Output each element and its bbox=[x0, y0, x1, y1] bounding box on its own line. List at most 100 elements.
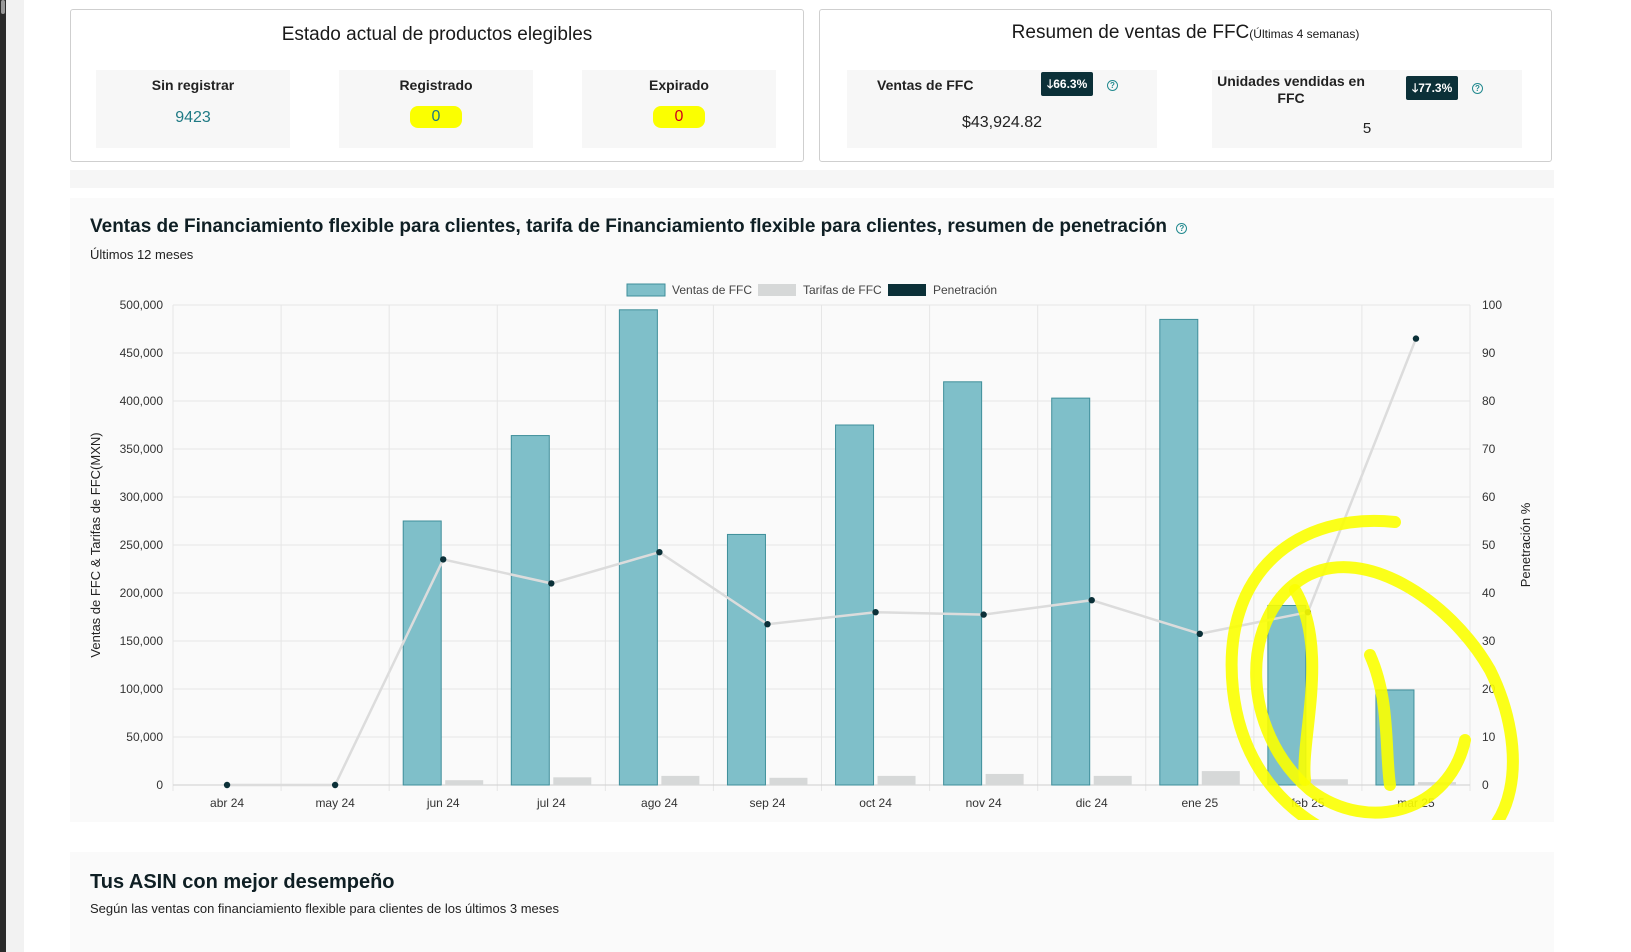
ffc-sales-badge-text: 66.3% bbox=[1053, 77, 1088, 91]
y2-tick-label: 100 bbox=[1482, 298, 1502, 312]
legend-swatch bbox=[626, 283, 666, 297]
eligible-products-title: Estado actual de productos elegibles bbox=[281, 24, 593, 45]
bar-ventas-ffc bbox=[510, 435, 550, 786]
y-tick-label: 300,000 bbox=[120, 490, 164, 504]
eligible-products-card: Estado actual de productos elegibles Sin… bbox=[70, 9, 804, 162]
chart-section-title-text: Ventas de Financiamiento flexible para c… bbox=[90, 216, 1168, 237]
y-tick-label: 50,000 bbox=[126, 730, 163, 744]
legend-label: Penetración bbox=[933, 283, 997, 297]
bar-ventas-ffc bbox=[1051, 397, 1091, 786]
point-penetracion bbox=[1412, 335, 1420, 342]
x-tick-label: dic 24 bbox=[1076, 796, 1108, 810]
sales-summary-period: (Últimas 4 semanas) bbox=[1249, 27, 1360, 41]
ffc-sales-label: Ventas de FFC bbox=[877, 77, 974, 93]
x-tick-label: ene 25 bbox=[1181, 796, 1218, 810]
ffc-units-badge: 🡓77.3% bbox=[1406, 76, 1459, 100]
sales-summary-title-text: Resumen de ventas de FFC bbox=[1011, 22, 1250, 43]
legend-label: Ventas de FFC bbox=[672, 283, 752, 297]
top-asin-subtitle: Según las ventas con financiamiento flex… bbox=[90, 901, 559, 916]
top-asin-section: Tus ASIN con mejor desempeño Según las v… bbox=[70, 852, 1554, 952]
registered-count-highlight: 0 bbox=[409, 106, 463, 128]
point-penetracion bbox=[1196, 630, 1203, 637]
y-tick-label: 0 bbox=[156, 778, 163, 792]
point-penetracion bbox=[1088, 597, 1095, 604]
tile-unregistered-value[interactable]: 9423 bbox=[96, 109, 290, 127]
top-asin-title: Tus ASIN con mejor desempeño bbox=[90, 871, 395, 893]
help-icon[interactable]: ? bbox=[1176, 223, 1188, 234]
bar-tarifas-ffc bbox=[661, 775, 700, 785]
bar-ventas-ffc bbox=[726, 533, 766, 786]
tile-registered-value[interactable]: 0 bbox=[339, 106, 533, 128]
x-tick-label: may 24 bbox=[315, 796, 355, 810]
sales-summary-title: Resumen de ventas de FFC(Últimas 4 seman… bbox=[820, 22, 1551, 44]
sales-summary-card: Resumen de ventas de FFC(Últimas 4 seman… bbox=[819, 9, 1552, 162]
tile-expired-value[interactable]: 0 bbox=[582, 106, 776, 128]
y2-tick-label: 50 bbox=[1482, 538, 1496, 552]
y2-tick-label: 90 bbox=[1482, 346, 1496, 360]
separator-band bbox=[70, 170, 1554, 188]
tile-expired: Expirado 0 bbox=[582, 70, 776, 148]
tile-expired-label: Expirado bbox=[649, 77, 709, 93]
bar-ventas-ffc bbox=[618, 309, 658, 786]
y-tick-label: 250,000 bbox=[120, 538, 164, 552]
x-tick-label: abr 24 bbox=[210, 796, 244, 810]
x-tick-label: jul 24 bbox=[536, 796, 566, 810]
bar-tarifas-ffc bbox=[769, 777, 808, 785]
y2-tick-label: 10 bbox=[1482, 730, 1496, 744]
bar-ventas-ffc bbox=[943, 381, 983, 786]
expired-count-highlight: 0 bbox=[652, 106, 706, 128]
bar-tarifas-ffc bbox=[1093, 775, 1132, 785]
tile-registered: Registrado 0 bbox=[339, 70, 533, 148]
y2-tick-label: 40 bbox=[1482, 586, 1496, 600]
y2-tick-label: 30 bbox=[1482, 634, 1496, 648]
y2-tick-label: 70 bbox=[1482, 442, 1496, 456]
tile-ffc-units: Unidades vendidas en FFC 🡓77.3% ? 5 bbox=[1212, 70, 1522, 148]
y2-tick-label: 60 bbox=[1482, 490, 1496, 504]
point-penetracion bbox=[656, 549, 663, 556]
point-penetracion bbox=[764, 621, 771, 628]
legend-swatch bbox=[758, 284, 796, 296]
x-tick-label: jun 24 bbox=[426, 796, 460, 810]
point-penetracion bbox=[223, 781, 231, 789]
registered-count-link[interactable]: 0 bbox=[432, 108, 441, 125]
help-icon[interactable]: ? bbox=[1107, 80, 1118, 91]
point-penetracion bbox=[331, 781, 339, 789]
y-tick-label: 450,000 bbox=[120, 346, 164, 360]
ffc-combo-chart: 0 50,000 100,000 150,000 200,000 250,000 300,0… bbox=[88, 283, 1533, 820]
y-tick-label: 500,000 bbox=[120, 298, 164, 312]
bar-ventas-ffc bbox=[402, 520, 442, 786]
tile-registered-label: Registrado bbox=[399, 77, 473, 93]
tile-unregistered: Sin registrar 9423 bbox=[96, 70, 290, 148]
y-tick-label: 150,000 bbox=[120, 634, 164, 648]
ffc-units-label: Unidades vendidas en FFC bbox=[1217, 73, 1365, 106]
tile-ffc-sales: Ventas de FFC 🡓66.3% ? $43,924.82 bbox=[847, 70, 1157, 148]
y2-tick-label: 80 bbox=[1482, 394, 1496, 408]
bar-tarifas-ffc bbox=[877, 775, 916, 785]
point-penetracion bbox=[980, 611, 987, 618]
ffc-units-value: 5 bbox=[1362, 120, 1372, 137]
x-tick-label: ago 24 bbox=[641, 796, 678, 810]
x-tick-label: oct 24 bbox=[859, 796, 892, 810]
y-tick-label: 350,000 bbox=[120, 442, 164, 456]
legend-label: Tarifas de FFC bbox=[803, 283, 882, 297]
bar-tarifas-ffc bbox=[1201, 771, 1240, 785]
chart-section-title: Ventas de Financiamiento flexible para c… bbox=[90, 216, 1188, 238]
expired-count-link[interactable]: 0 bbox=[675, 108, 684, 125]
bar-tarifas-ffc bbox=[985, 773, 1024, 785]
bar-tarifas-ffc bbox=[445, 780, 484, 785]
unregistered-count-link[interactable]: 9423 bbox=[175, 109, 211, 126]
y-tick-label: 200,000 bbox=[120, 586, 164, 600]
help-icon[interactable]: ? bbox=[1472, 83, 1483, 94]
y-axis-title: Ventas de FFC & Tarifas de FFC(MXN) bbox=[88, 432, 103, 657]
bar-ventas-ffc bbox=[1159, 318, 1199, 786]
left-gutter bbox=[6, 0, 24, 952]
point-penetracion bbox=[548, 580, 555, 587]
y2-tick-label: 0 bbox=[1482, 778, 1489, 792]
tile-unregistered-label: Sin registrar bbox=[151, 77, 235, 93]
y2-axis-title: Penetración % bbox=[1518, 502, 1533, 587]
bar-tarifas-ffc bbox=[1309, 779, 1348, 785]
bar-ventas-ffc bbox=[835, 424, 875, 786]
scroll-knob[interactable] bbox=[1, 0, 5, 14]
x-tick-label: nov 24 bbox=[966, 796, 1002, 810]
ffc-sales-badge: 🡓66.3% bbox=[1041, 72, 1094, 96]
